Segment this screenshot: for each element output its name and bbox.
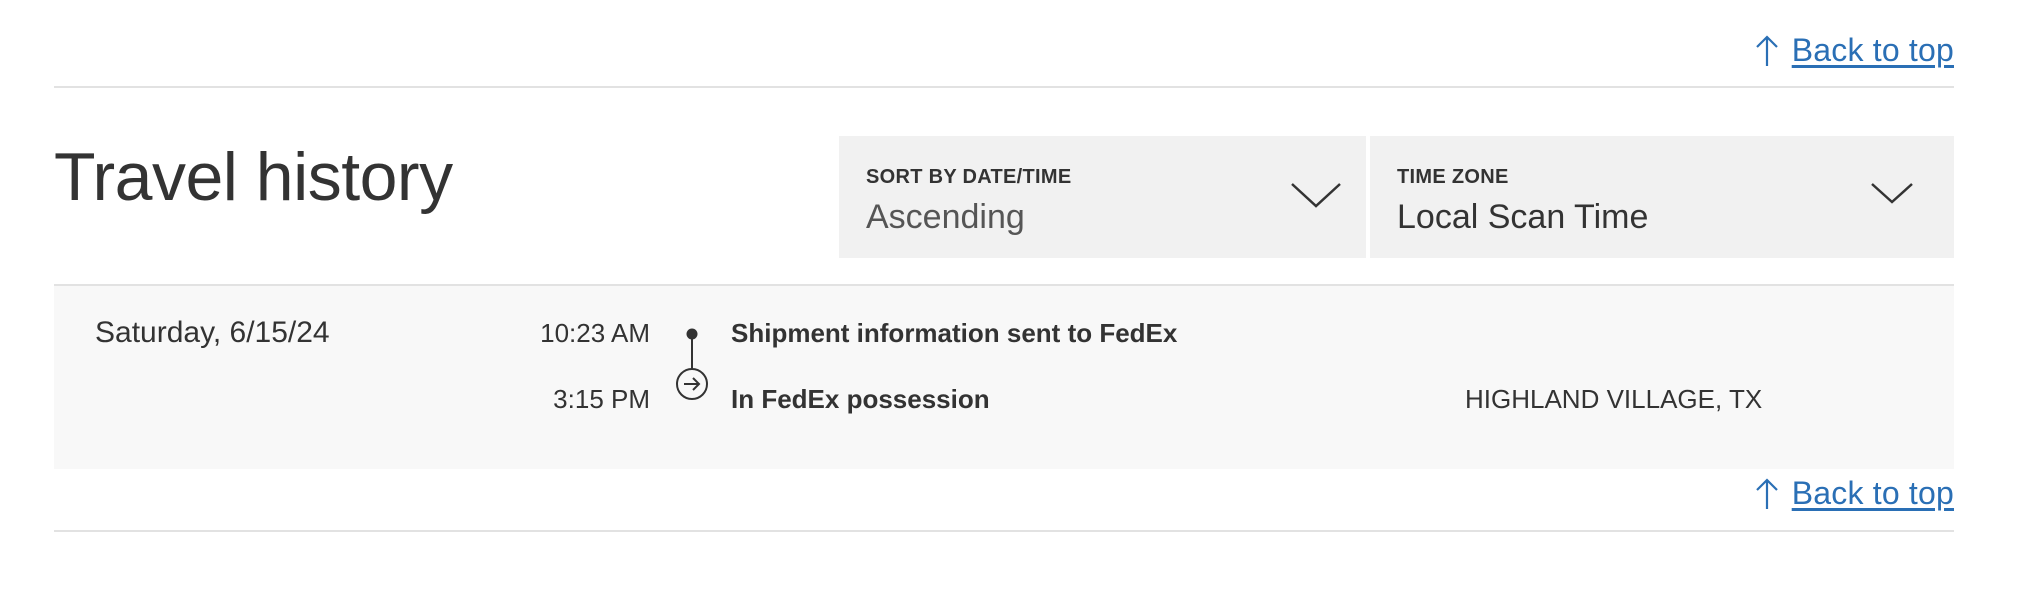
arrow-up-icon: [1754, 34, 1780, 68]
day-date: Saturday, 6/15/24: [95, 316, 330, 349]
arrow-up-icon: [1754, 477, 1780, 511]
back-to-top-label: Back to top: [1791, 475, 1954, 511]
back-to-top-link[interactable]: Back to top: [1754, 32, 1954, 69]
divider: [54, 86, 1954, 88]
arrow-circle-icon: [676, 368, 708, 400]
event-status: Shipment information sent to FedEx: [731, 318, 1178, 348]
time-zone-dropdown-value: Local Scan Time: [1397, 198, 1649, 236]
timeline: [672, 326, 712, 426]
sort-dropdown[interactable]: SORT BY DATE/TIME Ascending: [839, 136, 1366, 258]
event-location: HIGHLAND VILLAGE, TX: [1465, 384, 1763, 414]
page-title: Travel history: [54, 139, 453, 215]
event-time: 3:15 PM: [553, 384, 650, 414]
back-to-top-link[interactable]: Back to top: [1754, 475, 1954, 512]
chevron-down-icon: [1290, 180, 1342, 210]
sort-dropdown-value: Ascending: [866, 198, 1025, 236]
event-time: 10:23 AM: [540, 318, 650, 348]
sort-dropdown-label: SORT BY DATE/TIME: [866, 166, 1072, 188]
back-to-top-label: Back to top: [1791, 32, 1954, 68]
time-zone-dropdown[interactable]: TIME ZONE Local Scan Time: [1370, 136, 1954, 258]
event-status: In FedEx possession: [731, 384, 990, 414]
dot-icon: [686, 328, 698, 340]
divider: [54, 530, 1954, 532]
time-zone-dropdown-label: TIME ZONE: [1397, 166, 1509, 188]
chevron-down-icon: [1870, 180, 1914, 206]
travel-history-day: Saturday, 6/15/24 10:23 AM 3:15 PM Shipm…: [54, 286, 1954, 469]
